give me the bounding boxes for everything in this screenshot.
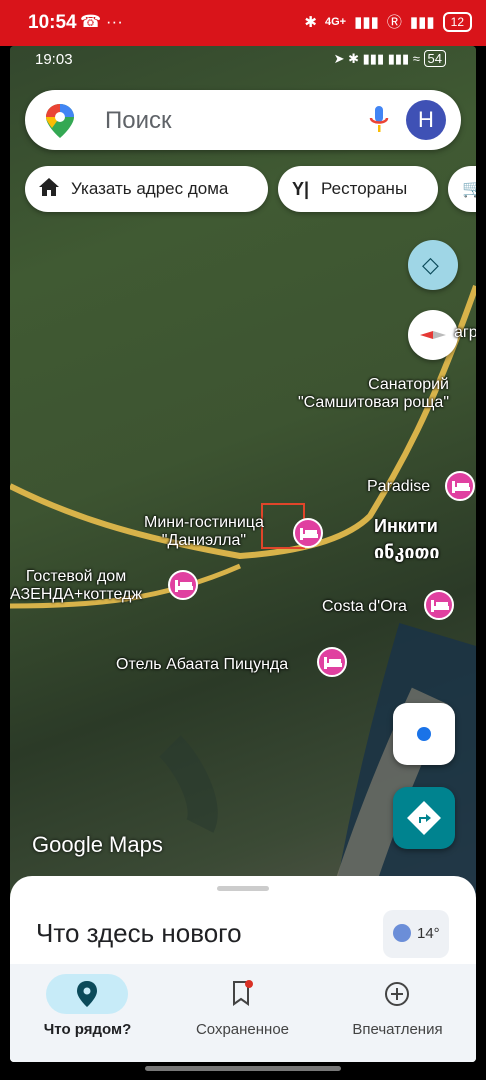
search-bar[interactable]: Поиск Н (25, 90, 461, 150)
battery-indicator: 12 (442, 11, 472, 32)
inner-status-icons: ➤ ✱ ▮▮▮ ▮▮▮ ≈ 54 (334, 50, 446, 67)
bed-icon (175, 580, 193, 592)
map-label-guest-house[interactable]: Гостевой дом АЗЕНДА+коттедж (10, 568, 142, 604)
hotel-pin-guest-house[interactable] (168, 570, 198, 600)
nav-item-contribute[interactable]: Впечатления (320, 964, 475, 1062)
roaming-icon: Ⓡ (386, 14, 402, 31)
map-label-mini-hotel[interactable]: Мини-гостиница "Даниэлла" (144, 514, 264, 550)
map-label-paradise[interactable]: Paradise (367, 478, 430, 496)
compass-button[interactable] (408, 310, 458, 360)
gesture-bar[interactable] (145, 1066, 341, 1071)
google-maps-logo-icon (46, 104, 74, 143)
nav-item-saved[interactable]: Сохраненное (165, 964, 320, 1062)
hotel-pin-danielle[interactable] (293, 518, 323, 548)
chip-label: Рестораны (321, 179, 408, 198)
shopping-cart-icon: 🛒 (462, 179, 476, 198)
map-label-costa[interactable]: Costa d'Ora (322, 598, 407, 616)
drag-handle[interactable] (217, 886, 269, 891)
hotel-pin-abaata[interactable] (317, 647, 347, 677)
inner-battery: 54 (423, 50, 446, 67)
bottom-sheet[interactable]: Что здесь нового 14° Что рядом? Сохранен… (10, 876, 476, 1062)
weather-cloud-icon (393, 924, 411, 942)
map-label-abaata[interactable]: Отель Абаата Пицунда (116, 656, 288, 674)
bed-icon (324, 657, 342, 669)
location-pin-icon (77, 981, 97, 1007)
nav-label: Что рядом? (43, 1021, 132, 1038)
add-circle-icon (385, 982, 409, 1006)
notification-icons: ☎ ··· (80, 12, 123, 31)
network-type: 4G+ (324, 15, 347, 28)
bluetooth-icon: ✱ (304, 13, 317, 31)
outer-status-bar: 10:54 ☎ ··· ✱ 4G+ ▮▮▮ Ⓡ ▮▮▮ 12 (0, 0, 486, 46)
weather-chip[interactable]: 14° (383, 910, 449, 958)
layers-icon: ◇ (422, 252, 439, 277)
restaurant-icon: Υ| (292, 178, 310, 199)
google-maps-watermark: Google Maps (32, 832, 163, 857)
chip-restaurants[interactable]: Υ| Рестораны (278, 166, 438, 212)
compass-icon (420, 331, 446, 339)
my-location-button[interactable] (393, 703, 455, 765)
bed-icon (431, 600, 449, 612)
hotel-pin-paradise[interactable] (445, 471, 475, 501)
bed-icon (300, 528, 318, 540)
chip-home-address[interactable]: Указать адрес дома (25, 166, 268, 212)
nav-label: Впечатления (352, 1021, 443, 1038)
bookmark-icon (233, 980, 253, 1006)
hotel-pin-costa[interactable] (424, 590, 454, 620)
nav-label: Сохраненное (195, 1021, 290, 1038)
directions-icon (407, 801, 441, 835)
nav-item-nearby[interactable]: Что рядом? (10, 964, 165, 1062)
map-label-inkiti-georgian: ინკითი (374, 542, 440, 563)
inner-status-time: 19:03 (35, 51, 73, 68)
signal-icon: ▮▮▮ (354, 13, 379, 31)
status-time: 10:54 (28, 12, 77, 33)
map-label-sanatorium[interactable]: Санаторий "Самшитовая роща" (298, 376, 449, 412)
temperature: 14° (417, 925, 440, 942)
layers-button[interactable]: ◇ (408, 240, 458, 290)
home-icon (39, 177, 59, 201)
bed-icon (452, 481, 470, 493)
phone-screen: 19:03 ➤ ✱ ▮▮▮ ▮▮▮ ≈ 54 Поиск Н Указать а… (10, 46, 476, 1062)
directions-button[interactable] (393, 787, 455, 849)
map-label-inkiti[interactable]: Инкити (374, 516, 438, 537)
sheet-title: Что здесь нового (36, 918, 242, 948)
my-location-icon (417, 727, 431, 741)
avatar[interactable]: Н (406, 100, 446, 140)
inner-status-bar: 19:03 ➤ ✱ ▮▮▮ ▮▮▮ ≈ 54 (10, 46, 476, 74)
search-input[interactable]: Поиск (105, 107, 172, 135)
microphone-icon[interactable] (369, 106, 389, 139)
signal-icon-2: ▮▮▮ (409, 13, 435, 31)
bottom-navigation: Что рядом? Сохраненное Впечатления (10, 964, 476, 1062)
chip-label: Указать адрес дома (71, 179, 229, 198)
map-label-partial: агр (454, 324, 476, 341)
